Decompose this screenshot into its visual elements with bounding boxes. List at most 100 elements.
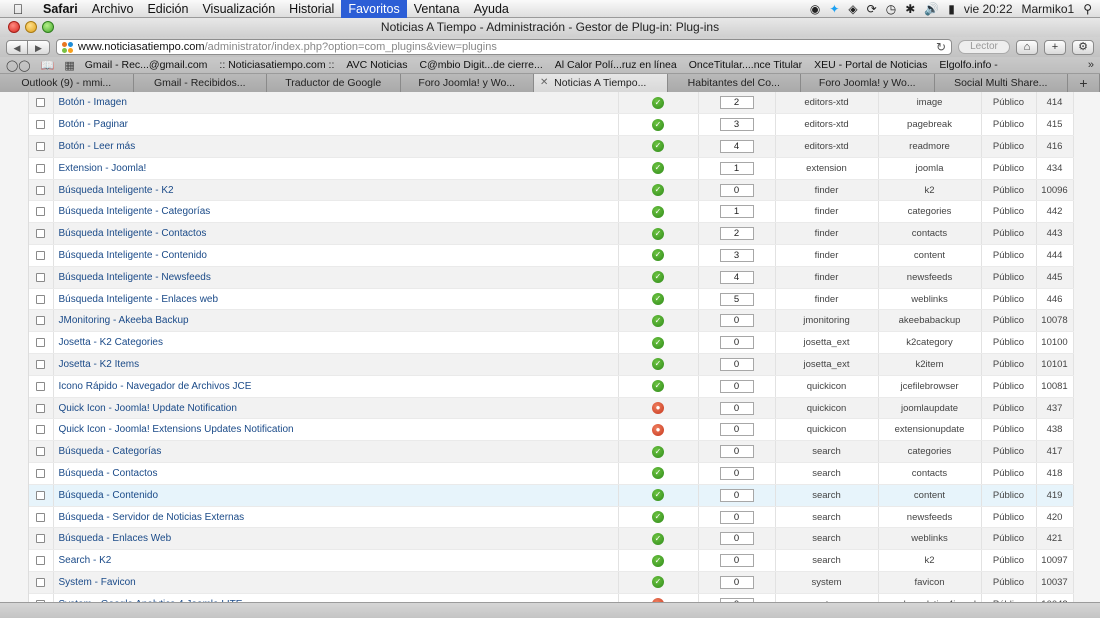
disabled-circle-icon[interactable]: ● — [652, 402, 664, 415]
plugin-name-link[interactable]: Búsqueda - Categorías — [59, 446, 162, 457]
row-checkbox[interactable] — [36, 163, 46, 173]
enabled-check-icon[interactable]: ✓ — [652, 293, 664, 306]
row-checkbox[interactable] — [36, 316, 46, 326]
row-checkbox[interactable] — [36, 359, 46, 369]
order-input[interactable]: 0 — [719, 488, 754, 502]
back-button[interactable]: ◀ — [6, 39, 28, 55]
order-input[interactable]: 1 — [719, 205, 754, 219]
tab-foro-joomla-1[interactable]: Foro Joomla! y Wo... — [400, 74, 534, 92]
plugin-name-link[interactable]: Búsqueda Inteligente - K2 — [59, 185, 174, 196]
row-checkbox[interactable] — [36, 207, 46, 217]
order-input[interactable]: 2 — [719, 227, 754, 241]
tab-noticias-a-tiempo[interactable]: ✕ Noticias A Tiempo... — [534, 74, 668, 92]
bookmark-noticiasatiempo[interactable]: :: Noticiasatiempo.com :: — [219, 59, 334, 71]
wifi-icon[interactable]: ◈ — [848, 2, 857, 16]
plugin-name-link[interactable]: Búsqueda Inteligente - Newsfeeds — [59, 272, 211, 283]
enabled-check-icon[interactable]: ✓ — [652, 314, 664, 327]
row-checkbox[interactable] — [36, 272, 46, 282]
order-input[interactable]: 0 — [719, 357, 754, 371]
row-checkbox[interactable] — [36, 490, 46, 500]
enabled-check-icon[interactable]: ✓ — [652, 380, 664, 393]
menu-archivo[interactable]: Archivo — [85, 2, 141, 16]
row-checkbox[interactable] — [36, 468, 46, 478]
row-checkbox[interactable] — [36, 425, 46, 435]
menu-historial[interactable]: Historial — [282, 2, 341, 16]
close-window-button[interactable] — [8, 21, 20, 33]
tab-social-multi-share[interactable]: Social Multi Share... — [934, 74, 1068, 92]
enabled-check-icon[interactable]: ✓ — [652, 227, 664, 240]
order-input[interactable]: 4 — [719, 139, 754, 153]
menu-visualizacion[interactable]: Visualización — [195, 2, 282, 16]
plugin-name-link[interactable]: Búsqueda Inteligente - Enlaces web — [59, 294, 219, 305]
bookmark-oncetitular[interactable]: OnceTitular....nce Titular — [689, 59, 802, 71]
plugin-name-link[interactable]: Búsqueda Inteligente - Contenido — [59, 250, 207, 261]
order-input[interactable]: 4 — [719, 270, 754, 284]
order-input[interactable]: 0 — [719, 314, 754, 328]
bookmark-al-calor-politico[interactable]: Al Calor Polí...ruz en línea — [555, 59, 677, 71]
home-icon[interactable]: ⌂ — [1016, 39, 1038, 55]
top-sites-grid-icon[interactable]: ▦ — [64, 59, 74, 72]
row-checkbox[interactable] — [36, 577, 46, 587]
plugin-name-link[interactable]: Búsqueda - Contactos — [59, 468, 158, 479]
enabled-check-icon[interactable]: ✓ — [652, 467, 664, 480]
enabled-check-icon[interactable]: ✓ — [652, 532, 664, 545]
plugin-name-link[interactable]: System - Favicon — [59, 577, 136, 588]
row-checkbox[interactable] — [36, 381, 46, 391]
twitter-icon[interactable]: ✦ — [829, 2, 839, 16]
order-input[interactable]: 1 — [719, 161, 754, 175]
plugin-name-link[interactable]: Botón - Paginar — [59, 119, 129, 130]
order-input[interactable]: 0 — [719, 401, 754, 415]
disabled-circle-icon[interactable]: ● — [652, 423, 664, 436]
reading-list-icon[interactable]: ◯◯ — [6, 59, 31, 72]
order-input[interactable]: 0 — [719, 532, 754, 546]
order-input[interactable]: 0 — [719, 466, 754, 480]
enabled-check-icon[interactable]: ✓ — [652, 576, 664, 589]
bookmark-cambio-digital[interactable]: C@mbio Digit...de cierre... — [419, 59, 542, 71]
enabled-check-icon[interactable]: ✓ — [652, 184, 664, 197]
battery-icon[interactable]: ▮ — [948, 2, 955, 16]
minimize-window-button[interactable] — [25, 21, 37, 33]
tab-foro-joomla-2[interactable]: Foro Joomla! y Wo... — [801, 74, 935, 92]
plugin-name-link[interactable]: Josetta - K2 Items — [59, 359, 140, 370]
enabled-check-icon[interactable]: ✓ — [652, 96, 664, 109]
spotlight-search-icon[interactable]: ⚲ — [1083, 2, 1092, 16]
row-checkbox[interactable] — [36, 512, 46, 522]
tab-outlook[interactable]: Outlook (9) - mmi... — [0, 74, 134, 92]
row-checkbox[interactable] — [36, 229, 46, 239]
plugin-name-link[interactable]: Extension - Joomla! — [59, 163, 147, 174]
enabled-check-icon[interactable]: ✓ — [652, 489, 664, 502]
enabled-check-icon[interactable]: ✓ — [652, 205, 664, 218]
more-bookmarks-icon[interactable]: » — [1088, 59, 1094, 71]
row-checkbox[interactable] — [36, 294, 46, 304]
row-checkbox[interactable] — [36, 185, 46, 195]
new-tab-button[interactable]: + — [1068, 74, 1100, 92]
enabled-check-icon[interactable]: ✓ — [652, 511, 664, 524]
menu-safari[interactable]: Safari — [36, 2, 85, 16]
plugin-name-link[interactable]: Búsqueda - Servidor de Noticias Externas — [59, 512, 245, 523]
plugin-name-link[interactable]: JMonitoring - Akeeba Backup — [59, 315, 189, 326]
plugin-name-link[interactable]: Búsqueda - Enlaces Web — [59, 533, 172, 544]
menu-favoritos[interactable]: Favoritos — [341, 0, 407, 18]
enabled-check-icon[interactable]: ✓ — [652, 445, 664, 458]
eye-icon[interactable]: ◉ — [810, 2, 820, 16]
plugin-name-link[interactable]: Búsqueda - Contenido — [59, 490, 159, 501]
tab-habitantes[interactable]: Habitantes del Co... — [667, 74, 801, 92]
row-checkbox[interactable] — [36, 250, 46, 260]
enabled-check-icon[interactable]: ✓ — [652, 118, 664, 131]
plugin-name-link[interactable]: Search - K2 — [59, 555, 112, 566]
order-input[interactable]: 0 — [719, 510, 754, 524]
enabled-check-icon[interactable]: ✓ — [652, 554, 664, 567]
plugin-name-link[interactable]: Botón - Leer más — [59, 141, 136, 152]
plugin-name-link[interactable]: Quick Icon - Joomla! Update Notification — [59, 403, 237, 414]
settings-gear-icon[interactable]: ⚙ — [1072, 39, 1094, 55]
bluetooth-icon[interactable]: ✱ — [905, 2, 915, 16]
plugin-name-link[interactable]: Botón - Imagen — [59, 97, 127, 108]
address-bar[interactable]: www.noticiasatiempo.com /administrator/i… — [56, 39, 952, 55]
bookmarks-book-icon[interactable]: 📖 — [41, 59, 55, 72]
row-checkbox[interactable] — [36, 338, 46, 348]
order-input[interactable]: 0 — [719, 554, 754, 568]
plugin-name-link[interactable]: Icono Rápido - Navegador de Archivos JCE — [59, 381, 252, 392]
order-input[interactable]: 3 — [719, 248, 754, 262]
order-input[interactable]: 0 — [719, 336, 754, 350]
plugin-name-link[interactable]: Quick Icon - Joomla! Extensions Updates … — [59, 424, 294, 435]
